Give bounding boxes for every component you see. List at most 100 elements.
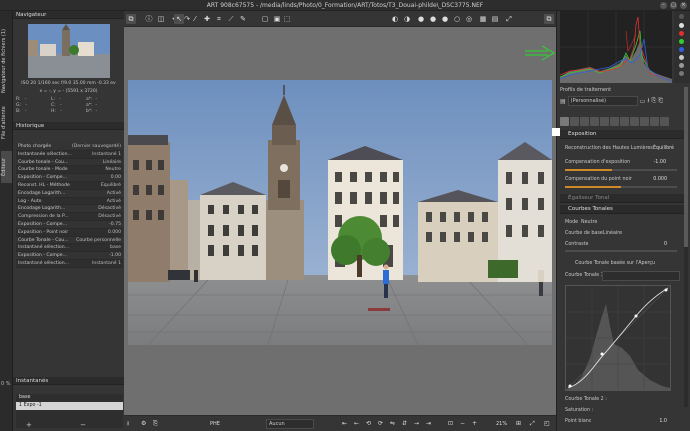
first-image-icon[interactable]: ⇤	[342, 419, 347, 429]
tab-metadata-icon[interactable]	[630, 117, 639, 126]
tab-file-browser[interactable]: Navigateur de fichiers (1)	[1, 21, 12, 101]
navigator-header[interactable]: Navigateur	[13, 11, 124, 19]
maximize-icon[interactable]: □	[670, 2, 677, 9]
history-row[interactable]: Encodage Logarith... Désactivé	[16, 205, 123, 214]
tab-editor[interactable]: Éditeur	[1, 151, 12, 183]
channel-b-icon[interactable]: ●	[440, 14, 450, 24]
tab-favorites-icon[interactable]	[640, 117, 649, 126]
grid-icon[interactable]: ▦	[478, 14, 488, 24]
profile-combo[interactable]: (Personnalisé)	[567, 96, 638, 106]
black-point-value[interactable]: 0.000	[653, 177, 667, 182]
green-channel-toggle[interactable]	[679, 39, 684, 44]
navigator-thumbnail[interactable]	[28, 24, 110, 78]
tab-exposure-icon[interactable]	[560, 117, 569, 126]
history-row[interactable]: Exposition - Compe... -0.75	[16, 220, 123, 229]
remove-snapshot-button[interactable]: −	[80, 421, 86, 429]
history-row[interactable]: Courbe Tonale - Cou... Courbe personnelle	[16, 236, 123, 245]
channel-r-icon[interactable]: ●	[416, 14, 426, 24]
view-mode-icon[interactable]: ▤	[490, 14, 500, 24]
image-viewer[interactable]	[124, 27, 556, 415]
rotate-left-icon[interactable]: ⟲	[366, 419, 371, 429]
raw-toggle[interactable]	[679, 71, 684, 76]
history-row[interactable]: Exposition - Compe... -1.00	[16, 252, 123, 260]
zoom-fit-width-icon[interactable]: ⤢	[530, 419, 535, 429]
tab-effects-icon[interactable]	[600, 117, 609, 126]
zoom-in-icon[interactable]: +	[472, 419, 477, 429]
chroma-toggle[interactable]	[679, 63, 684, 68]
last-image-icon[interactable]: ⇥	[426, 419, 431, 429]
history-row[interactable]: Instantanée sélection... Instantané 1	[16, 151, 123, 159]
history-row[interactable]: Courbe tonale - Cou... Linéaire	[16, 158, 123, 167]
history-row[interactable]: Courbe tonale - Mode Neutre	[16, 166, 123, 175]
channel-g-icon[interactable]: ●	[428, 14, 438, 24]
tone-equalizer-header[interactable]: Égaliseur Tonal	[560, 194, 686, 203]
white-point-value[interactable]: 1.0	[657, 419, 667, 424]
fullscreen-icon[interactable]: ⤢	[504, 14, 514, 24]
exposure-header[interactable]: Exposition	[560, 130, 686, 139]
exposure-comp-slider[interactable]	[565, 169, 677, 171]
filmstrip-combo[interactable]: Aucun	[266, 419, 314, 429]
history-row[interactable]: Instantané sélection... base	[16, 244, 123, 253]
prev-image-icon[interactable]: ←	[354, 419, 359, 429]
snapshot-item[interactable]: 1 Expo -1	[16, 402, 123, 410]
hide-right-panel-icon[interactable]: ⧉	[544, 14, 554, 24]
zoom-100-icon[interactable]: ⊞	[516, 419, 521, 429]
clipping-icon[interactable]: ▣	[272, 14, 282, 24]
luminance-toggle[interactable]	[679, 55, 684, 60]
queue-add-icon[interactable]: ⚙	[141, 419, 146, 429]
add-snapshot-button[interactable]: +	[26, 421, 32, 429]
straighten-icon[interactable]: ⟋	[226, 14, 236, 24]
base-curve-value[interactable]: Linéaire	[603, 231, 622, 236]
panel-scrollbar[interactable]	[684, 87, 688, 407]
tab-queue[interactable]: File d'attente	[1, 103, 12, 143]
history-row[interactable]: Compression de la P... Désactivé	[16, 213, 123, 221]
tab-detail-icon[interactable]	[570, 117, 579, 126]
red-channel-toggle[interactable]	[679, 31, 684, 36]
flip-v-icon[interactable]: ⇵	[402, 419, 407, 429]
hand-tool-icon[interactable]: ↖	[174, 14, 184, 24]
minimize-icon[interactable]: –	[660, 2, 667, 9]
hl-reconstruction-value[interactable]: Équilibré	[653, 146, 674, 151]
curve-from-preview-label[interactable]: Courbe Tonale basée sur l'Aperçu	[575, 261, 655, 266]
preview-image[interactable]	[128, 80, 552, 345]
before-after-icon[interactable]: ◫	[156, 14, 166, 24]
tone-curves-header[interactable]: Courbes Tonales	[560, 205, 686, 214]
tab-local-icon[interactable]	[590, 117, 599, 126]
new-window-icon[interactable]: ◰	[544, 419, 550, 429]
snapshots-header[interactable]: Instantanés	[13, 377, 124, 385]
lock-icon[interactable]: ▢	[260, 14, 270, 24]
open-profile-icon[interactable]: ▭	[640, 98, 646, 105]
history-row[interactable]: Reconst. HL - Méthode Équilibré	[16, 182, 123, 190]
history-row[interactable]: Instantané sélection... Instantané 1	[16, 260, 123, 268]
history-row[interactable]: Encodage Logarith... Activé	[16, 189, 123, 198]
highlight-indicator-icon[interactable]	[679, 14, 684, 19]
exposure-comp-value[interactable]: -1.00	[652, 160, 666, 165]
close-icon[interactable]: ×	[680, 2, 687, 9]
curve1-type-combo[interactable]	[602, 271, 680, 281]
shadow-clip-icon[interactable]: ◑	[402, 14, 412, 24]
history-row[interactable]: Log - Auto Activé	[16, 198, 123, 206]
history-header[interactable]: Historique	[13, 122, 124, 130]
history-row[interactable]: Exposition - Point noir 0.000	[16, 229, 123, 237]
histogram[interactable]	[560, 11, 672, 83]
open-editor-icon[interactable]: ⎘	[153, 419, 158, 429]
hide-left-panel-icon[interactable]: ⧉	[126, 14, 136, 24]
highlight-clip-icon[interactable]: ◐	[390, 14, 400, 24]
contrast-slider[interactable]	[565, 250, 677, 252]
tab-collapse-icon[interactable]	[660, 117, 669, 126]
save-profile-icon[interactable]: ⭳	[647, 96, 649, 106]
tab-search-icon[interactable]	[650, 117, 659, 126]
spot-removal-icon[interactable]: ✎	[238, 14, 248, 24]
color-picker-icon[interactable]: ✚	[202, 14, 212, 24]
paste-profile-icon[interactable]: ⎗	[658, 97, 663, 105]
flip-h-icon[interactable]: ⇋	[390, 419, 395, 429]
tab-transform-icon[interactable]	[610, 117, 619, 126]
channel-lum-icon[interactable]: ○	[452, 14, 462, 24]
history-row[interactable]: Photo chargée (Dernier sauvegardé)	[16, 143, 123, 151]
zoom-fit-icon[interactable]: ⊡	[448, 419, 453, 429]
white-balance-picker-icon[interactable]: ⁄	[190, 14, 200, 24]
contrast-value[interactable]: 0	[657, 242, 667, 247]
next-image-icon[interactable]: →	[414, 419, 419, 429]
focus-mask-icon[interactable]: ◎	[464, 14, 474, 24]
tab-color-icon[interactable]	[580, 117, 589, 126]
